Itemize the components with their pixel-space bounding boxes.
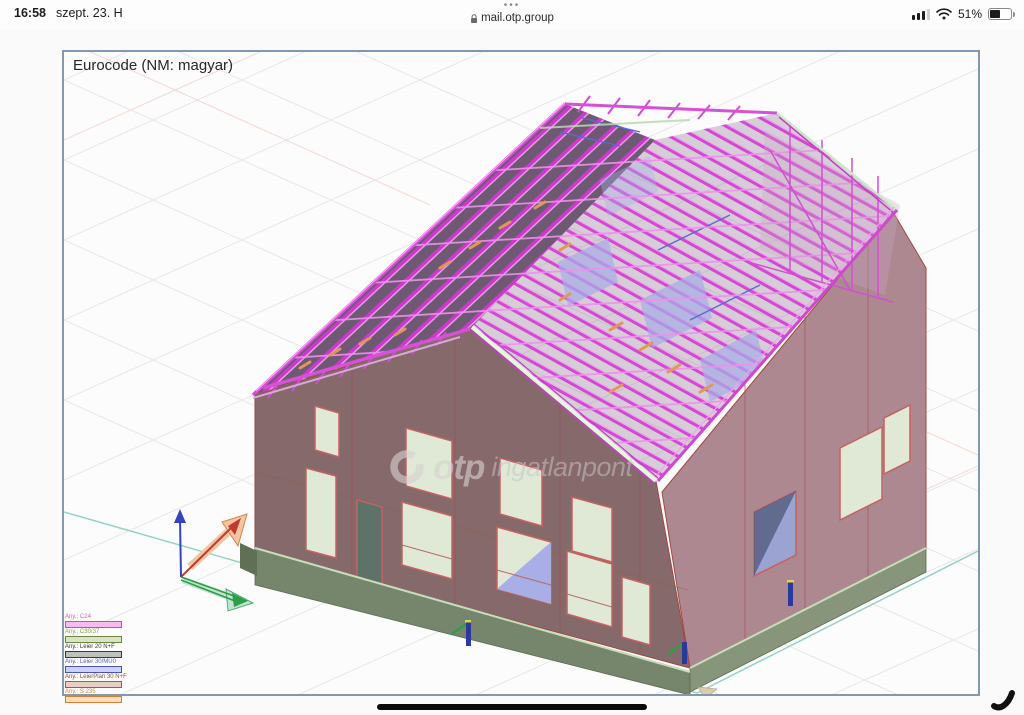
address-url[interactable]: mail.otp.group: [481, 13, 554, 25]
legend-item: Any.: Leier 30/MU0: [65, 659, 127, 673]
legend-swatch: [65, 666, 122, 673]
wifi-icon: [936, 8, 952, 20]
safari-compact-tab[interactable]: ••• mail.otp.group: [470, 1, 554, 25]
legend-item: Any.: Leier 20 N+F: [65, 644, 127, 658]
axis-z: [180, 519, 181, 577]
legend-item: Any.: C24: [65, 614, 127, 628]
legend-swatch: [65, 636, 122, 643]
status-bar: 16:58 szept. 23. H ••• mail.otp.group: [0, 0, 1024, 30]
axis-x: [181, 525, 234, 577]
clock: 16:58: [14, 6, 46, 20]
legend-item: Any.: LeierPlan 30 N+F: [65, 674, 127, 688]
legend-item: Any.: C30/37: [65, 629, 127, 643]
status-right: 51%: [912, 3, 1012, 21]
model-viewport[interactable]: Eurocode (NM: magyar): [62, 50, 980, 696]
legend-swatch: [65, 696, 122, 703]
legend-swatch: [65, 621, 122, 628]
pen-stroke-mark: [986, 684, 1024, 714]
ipad-screenshot: 16:58 szept. 23. H ••• mail.otp.group: [0, 0, 1024, 715]
cursor-arrow: [698, 687, 717, 694]
home-indicator[interactable]: [377, 704, 647, 710]
design-code-title: Eurocode (NM: magyar): [73, 57, 233, 74]
tab-overflow-dots[interactable]: •••: [470, 1, 554, 11]
legend-swatch: [65, 681, 122, 688]
battery-percent: 51%: [958, 7, 982, 21]
cellular-signal-icon: [912, 8, 930, 20]
status-left: 16:58 szept. 23. H: [14, 3, 123, 20]
lock-icon: [470, 14, 478, 24]
foundation-corner-block: [240, 543, 257, 576]
battery-icon: [988, 8, 1012, 20]
building-model: [174, 96, 926, 694]
structural-model-canvas[interactable]: [64, 52, 978, 694]
material-legend: Any.: C24 Any.: C30/37 Any.: Leier 20 N+…: [65, 614, 127, 704]
date: szept. 23. H: [56, 6, 123, 20]
legend-item: Any.: S 235: [65, 689, 127, 703]
legend-swatch: [65, 651, 122, 658]
